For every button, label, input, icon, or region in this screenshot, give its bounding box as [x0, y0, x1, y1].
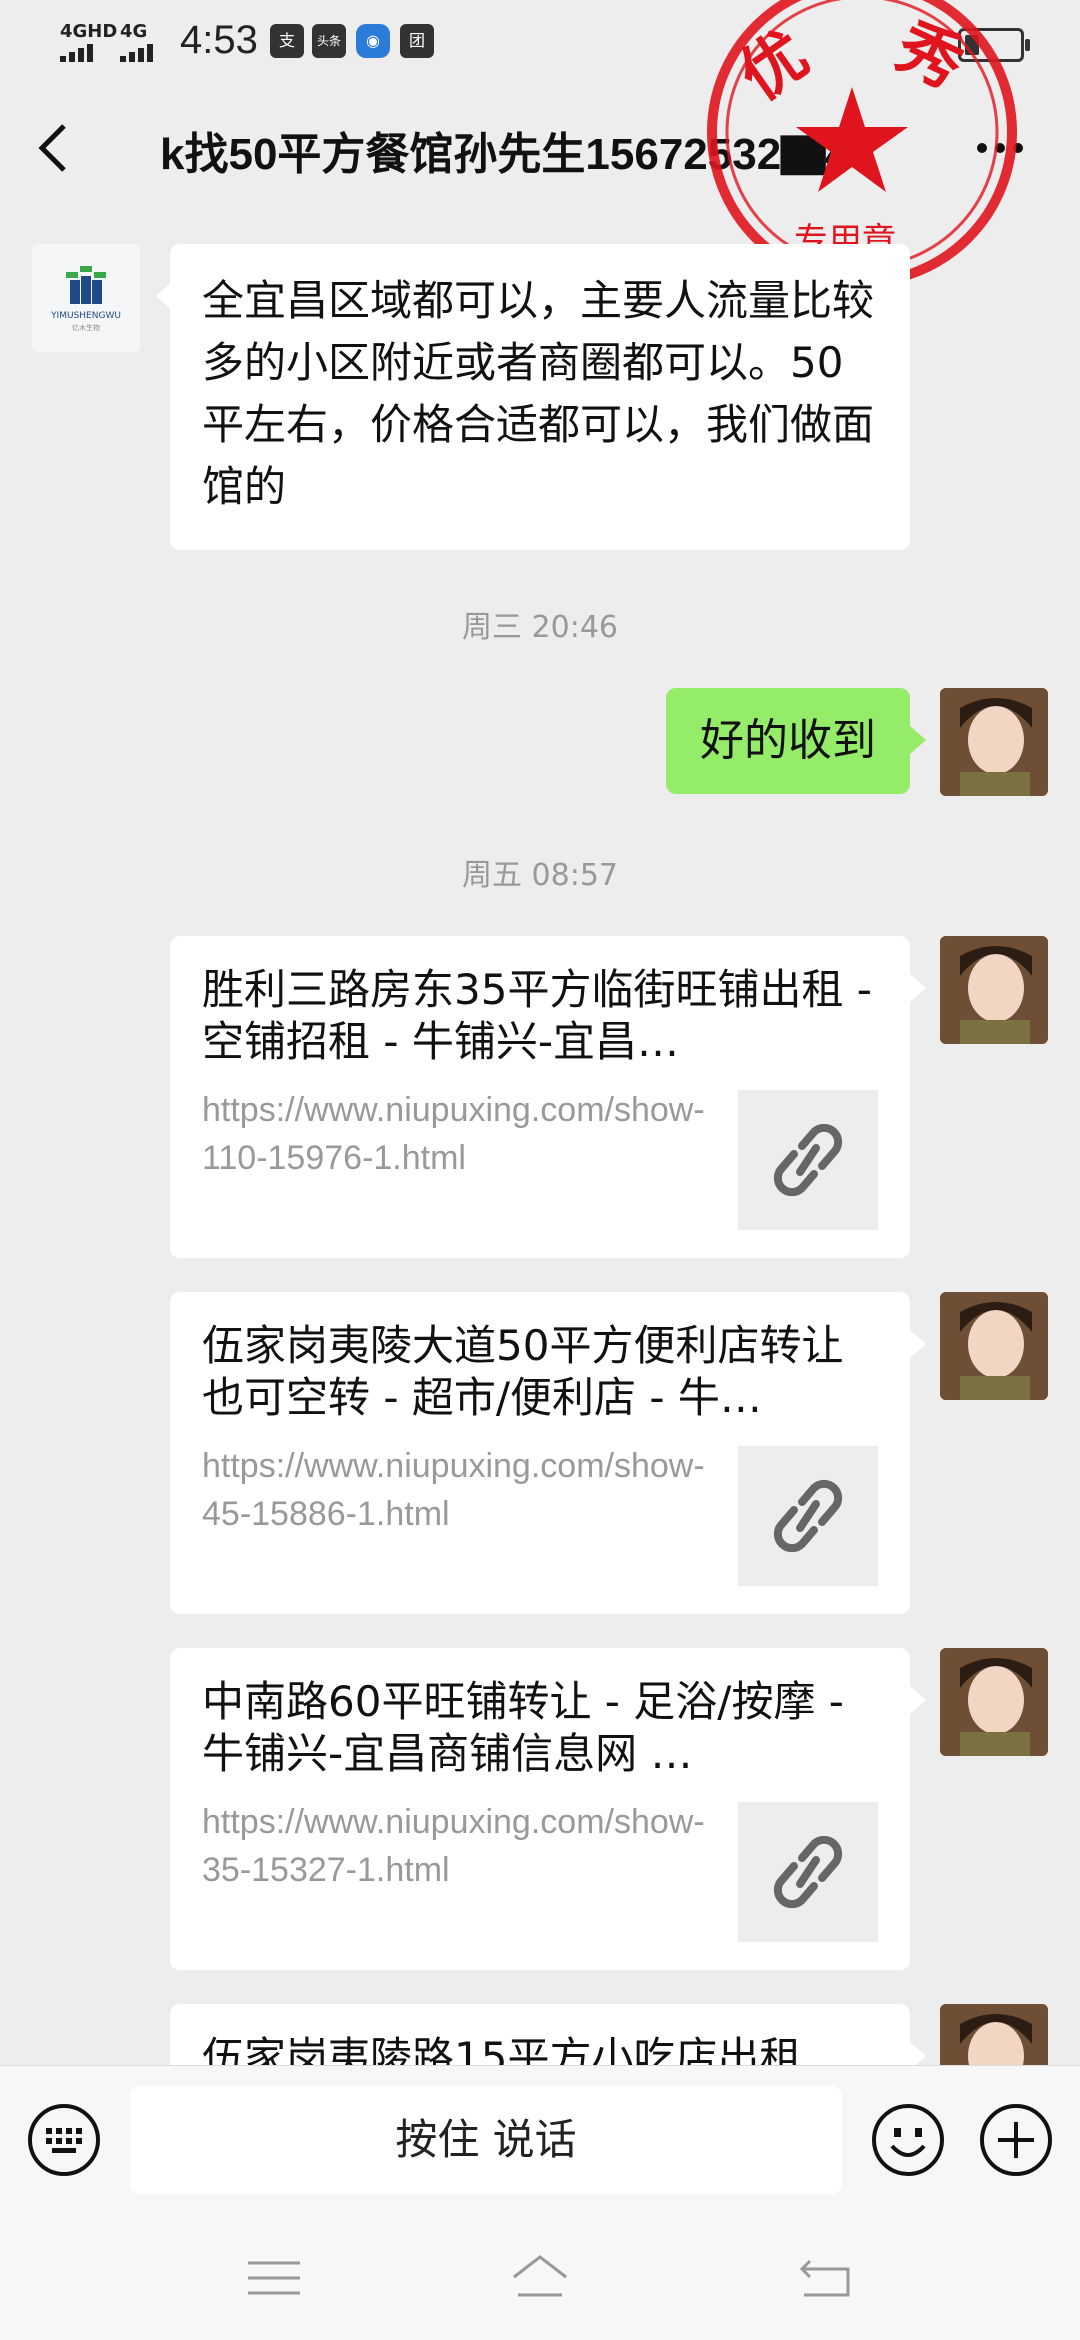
menu-button[interactable] — [244, 2253, 304, 2303]
user-photo-icon — [940, 936, 1048, 1044]
link-title: 胜利三路房东35平方临街旺铺出租 - 空铺招租 - 牛铺兴-宜昌… — [202, 965, 872, 1066]
status-bar: 4GHD 4G 4:53 支 头条 ◉ 团 — [0, 0, 1080, 84]
company-logo-icon: YIMUSHENGWU 亿木生物 — [50, 266, 121, 332]
my-avatar[interactable] — [940, 936, 1048, 1044]
more-button[interactable] — [970, 128, 1030, 168]
link-title: 伍家岗夷陵大道50平方便利店转让也可空转 - 超市/便利店 - 牛… — [202, 1321, 844, 1422]
back-button[interactable] — [34, 120, 74, 176]
battery-icon — [958, 28, 1030, 62]
signal-4ghd: 4GHD — [60, 22, 117, 65]
home-button[interactable] — [510, 2253, 570, 2303]
contact-avatar[interactable]: YIMUSHENGWU 亿木生物 — [32, 244, 140, 352]
app-notification-icon: ◉ — [356, 24, 390, 58]
chat-header: k找50平方餐馆孙先生15672532▇4 — [0, 84, 1080, 210]
link-url: https://www.niupuxing.com/show-45-15886-… — [202, 1447, 705, 1533]
my-avatar[interactable] — [940, 2004, 1048, 2065]
link-icon — [773, 1835, 843, 1909]
user-photo-icon — [940, 688, 1048, 796]
emoji-button[interactable] — [870, 2102, 946, 2178]
link-url: https://www.niupuxing.com/show-110-15976… — [202, 1091, 705, 1177]
chat-input-bar: 按住 说话 — [0, 2065, 1080, 2216]
message-text: 好的收到 — [700, 715, 876, 766]
link-card[interactable]: 中南路60平旺铺转让 - 足浴/按摩 - 牛铺兴-宜昌商铺信息网 … https… — [170, 1648, 926, 1970]
my-avatar[interactable] — [940, 688, 1048, 796]
received-message-bubble[interactable]: 全宜昌区域都可以，主要人流量比较多的小区附近或者商圈都可以。50 平左右，价格合… — [156, 244, 910, 550]
back-nav-button[interactable] — [796, 2253, 856, 2303]
alipay-icon: 支 — [270, 24, 304, 58]
user-photo-icon — [940, 1292, 1048, 1400]
sent-message-bubble[interactable]: 好的收到 — [666, 688, 926, 794]
plus-icon — [980, 2104, 1052, 2176]
my-avatar[interactable] — [940, 1292, 1048, 1400]
emoji-icon — [872, 2104, 944, 2176]
message-text: 全宜昌区域都可以，主要人流量比较多的小区附近或者商圈都可以。50 平左右，价格合… — [202, 276, 875, 511]
back-icon — [38, 124, 66, 172]
more-icon — [977, 143, 1023, 153]
link-url: https://www.niupuxing.com/show-35-15327-… — [202, 1803, 705, 1889]
link-title: 中南路60平旺铺转让 - 足浴/按摩 - 牛铺兴-宜昌商铺信息网 … — [202, 1677, 844, 1778]
message-timestamp: 周三 20:46 — [462, 610, 618, 645]
message-list[interactable]: YIMUSHENGWU 亿木生物 全宜昌区域都可以，主要人流量比较多的小区附近或… — [0, 210, 1080, 2065]
home-icon — [513, 2255, 567, 2297]
link-icon — [773, 1479, 843, 1553]
link-card[interactable]: 胜利三路房东35平方临街旺铺出租 - 空铺招租 - 牛铺兴-宜昌… https:… — [170, 936, 926, 1258]
signal-bars-icon — [60, 44, 93, 62]
status-time: 4:53 — [180, 18, 258, 62]
toutiao-icon: 头条 — [312, 24, 346, 58]
signal-4g: 4G — [120, 22, 170, 65]
link-card[interactable]: 伍家岗夷陵路15平方小吃店出租 — [170, 2004, 926, 2065]
signal-bars-icon — [120, 44, 153, 62]
link-card[interactable]: 伍家岗夷陵大道50平方便利店转让也可空转 - 超市/便利店 - 牛… https… — [170, 1292, 926, 1614]
message-timestamp: 周五 08:57 — [462, 858, 618, 893]
return-icon — [799, 2259, 850, 2297]
link-thumbnail — [738, 1446, 878, 1586]
keyboard-icon — [28, 2104, 100, 2176]
user-photo-icon — [940, 2004, 1048, 2065]
hold-to-talk-button[interactable]: 按住 说话 — [130, 2086, 842, 2194]
link-title: 伍家岗夷陵路15平方小吃店出租 — [202, 2033, 802, 2065]
link-thumbnail — [738, 1802, 878, 1942]
meituan-icon: 团 — [400, 24, 434, 58]
keyboard-toggle-button[interactable] — [26, 2102, 102, 2178]
chat-title: k找50平方餐馆孙先生15672532▇4 — [160, 130, 850, 179]
brand-name: YIMUSHENGWU — [50, 311, 121, 321]
more-functions-button[interactable] — [978, 2102, 1054, 2178]
user-photo-icon — [940, 1648, 1048, 1756]
system-nav-bar — [0, 2215, 1080, 2340]
link-icon — [773, 1123, 843, 1197]
link-thumbnail — [738, 1090, 878, 1230]
menu-icon — [248, 2261, 300, 2295]
my-avatar[interactable] — [940, 1648, 1048, 1756]
brand-sub: 亿木生物 — [72, 323, 100, 332]
